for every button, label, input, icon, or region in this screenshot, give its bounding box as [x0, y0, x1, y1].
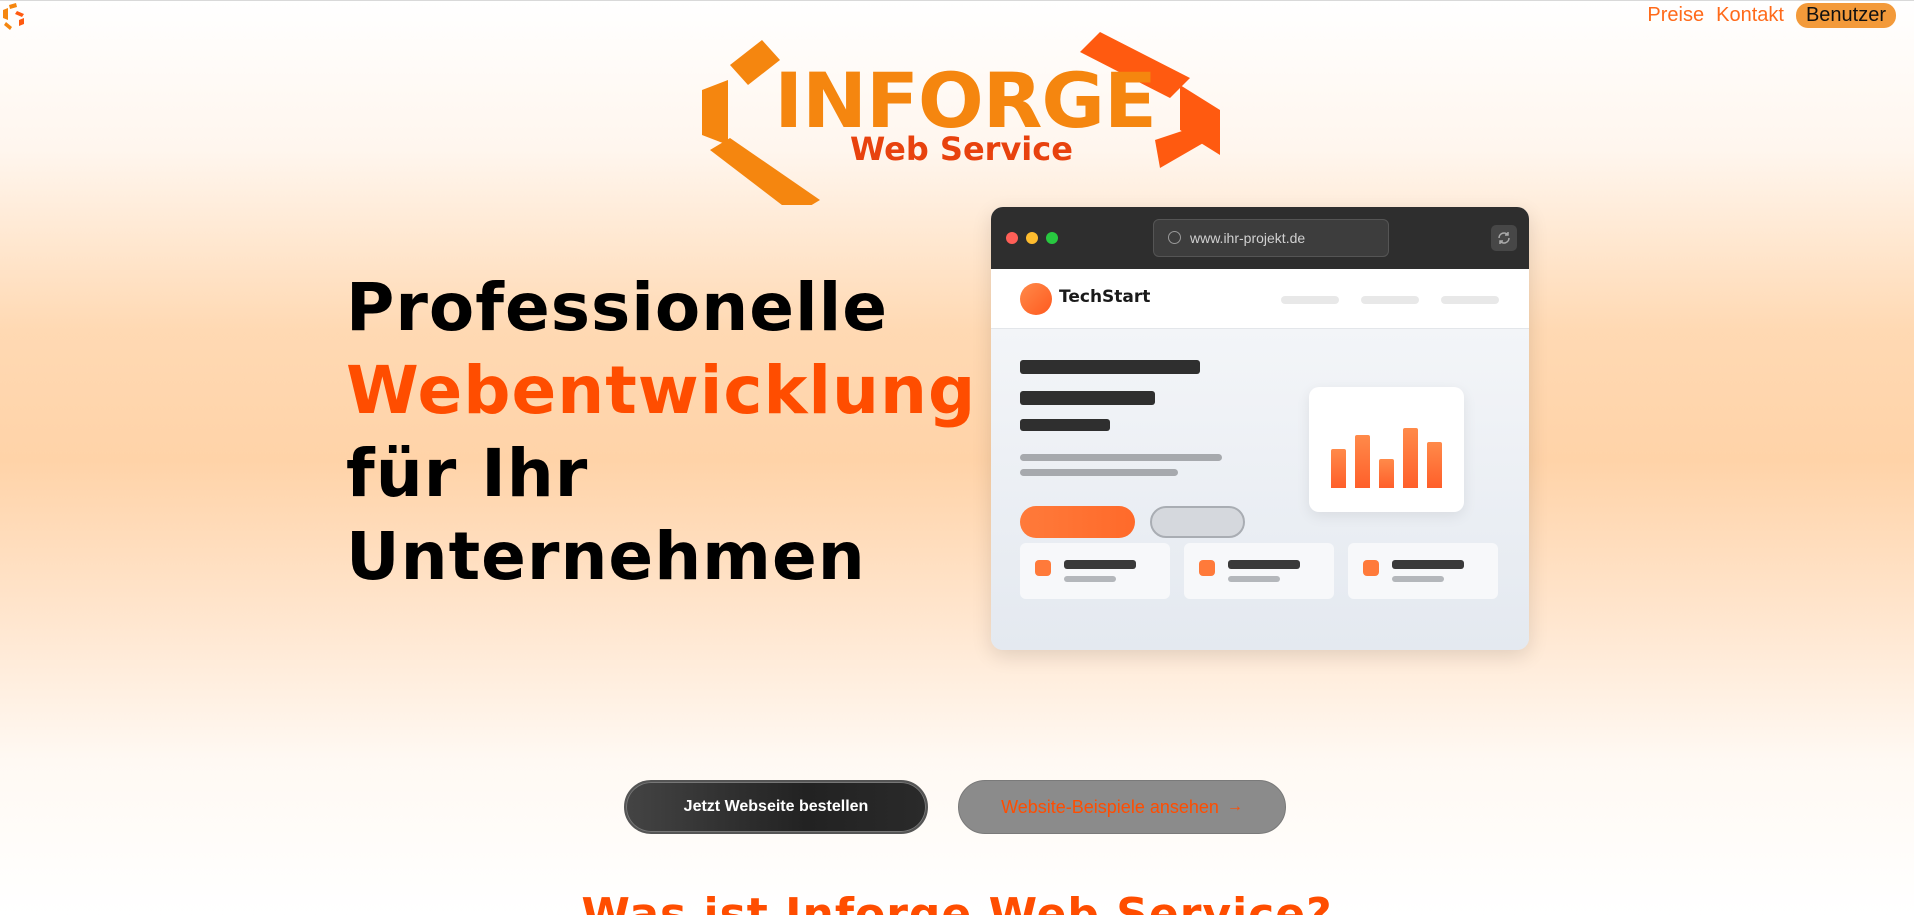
- window-close-dot: [1006, 232, 1018, 244]
- top-nav: Preise Kontakt Benutzer: [1647, 3, 1896, 28]
- mockup-feature-card: [1020, 543, 1170, 599]
- browser-toolbar: www.ihr-projekt.de: [991, 207, 1529, 269]
- browser-url-bar: www.ihr-projekt.de: [1153, 219, 1389, 257]
- arrow-right-icon: →: [1226, 798, 1243, 815]
- reload-icon: [1491, 225, 1517, 251]
- mockup-feature-text: [1228, 576, 1280, 582]
- mockup-nav-placeholder: [1441, 296, 1499, 304]
- mockup-chart-bar: [1355, 435, 1370, 488]
- mockup-secondary-button: [1150, 506, 1245, 538]
- section-title: Was ist Inforge Web Service?: [581, 889, 1333, 915]
- mockup-chart-bar: [1331, 449, 1346, 488]
- order-website-button[interactable]: Jetzt Webseite bestellen: [624, 780, 928, 834]
- mockup-feature-card: [1348, 543, 1498, 599]
- headline-line-3: für Ihr: [346, 435, 589, 512]
- inforge-logo-icon[interactable]: [0, 2, 26, 32]
- mockup-primary-button: [1020, 506, 1135, 538]
- mockup-heading-placeholder: [1020, 360, 1200, 374]
- nav-link-preise[interactable]: Preise: [1647, 4, 1704, 27]
- browser-url-text: www.ihr-projekt.de: [1190, 230, 1306, 246]
- mockup-heading-placeholder: [1020, 391, 1155, 405]
- mockup-site-body: [991, 329, 1529, 650]
- nav-link-kontakt[interactable]: Kontakt: [1716, 4, 1784, 27]
- view-examples-label: Website-Beispiele ansehen: [1001, 796, 1219, 817]
- mockup-nav-placeholder: [1281, 296, 1339, 304]
- mockup-text-placeholder: [1020, 469, 1178, 476]
- headline-line-1: Professionelle: [346, 269, 889, 346]
- mockup-nav-placeholder: [1361, 296, 1419, 304]
- mockup-chart-bar: [1379, 459, 1394, 488]
- mockup-site-header: TechStart: [991, 269, 1529, 329]
- brand-wordmark: INFORGE: [774, 56, 1157, 145]
- user-button[interactable]: Benutzer: [1795, 3, 1896, 28]
- website-mockup: www.ihr-projekt.de TechStart: [991, 207, 1529, 650]
- mockup-feature-title: [1228, 560, 1300, 569]
- mockup-site-name: TechStart: [1059, 287, 1151, 307]
- mockup-feature-title: [1064, 560, 1136, 569]
- window-minimize-dot: [1026, 232, 1038, 244]
- mockup-text-placeholder: [1020, 454, 1222, 461]
- mockup-chart-card: [1309, 387, 1464, 512]
- hero-headline: Professionelle Webentwicklung für Ihr Un…: [346, 266, 976, 598]
- mockup-feature-text: [1064, 576, 1116, 582]
- view-examples-button[interactable]: Website-Beispiele ansehen →: [958, 780, 1286, 834]
- top-border: [0, 0, 1914, 1]
- mockup-chart-bar: [1427, 442, 1442, 488]
- mockup-feature-card: [1184, 543, 1334, 599]
- mockup-feature-title: [1392, 560, 1464, 569]
- mockup-chart-bar: [1403, 428, 1418, 488]
- mockup-site-logo: [1020, 283, 1052, 315]
- globe-icon: [1168, 231, 1181, 244]
- mockup-heading-placeholder: [1020, 419, 1110, 431]
- mockup-feature-icon: [1363, 560, 1379, 576]
- mockup-feature-icon: [1035, 560, 1051, 576]
- window-maximize-dot: [1046, 232, 1058, 244]
- mockup-feature-icon: [1199, 560, 1215, 576]
- brand-logo: INFORGE Web Service: [700, 30, 1220, 205]
- headline-line-2: Webentwicklung: [346, 352, 977, 429]
- mockup-feature-text: [1392, 576, 1444, 582]
- headline-line-4: Unternehmen: [346, 518, 866, 595]
- brand-subtitle: Web Service: [850, 130, 1073, 168]
